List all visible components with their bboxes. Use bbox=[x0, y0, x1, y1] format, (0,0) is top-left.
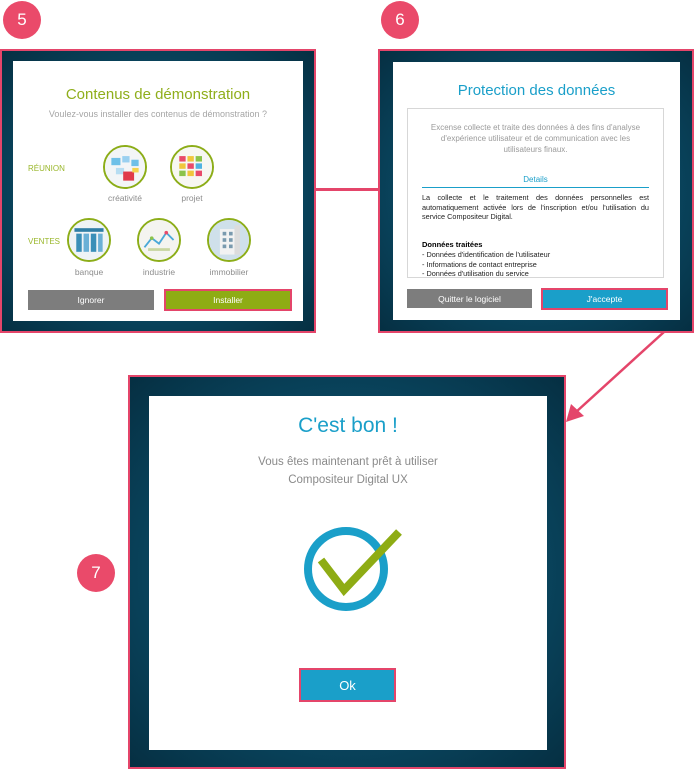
ok-button[interactable]: Ok bbox=[299, 668, 396, 702]
project-thumbnail[interactable] bbox=[170, 145, 214, 189]
privacy-info-box[interactable]: Excense collecte et traite des données à… bbox=[407, 108, 664, 278]
industry-thumbnail[interactable] bbox=[137, 218, 181, 262]
category-label-sales: VENTES bbox=[28, 237, 61, 246]
quit-button[interactable]: Quitter le logiciel bbox=[407, 289, 532, 308]
bank-label: banque bbox=[74, 267, 104, 277]
demo-dialog: Contenus de démonstration Voulez-vous in… bbox=[13, 61, 303, 321]
connector-line bbox=[314, 188, 380, 191]
arrow-icon bbox=[566, 331, 665, 422]
project-icon bbox=[172, 147, 212, 187]
details-link[interactable]: Details bbox=[408, 175, 663, 184]
real-estate-icon bbox=[209, 220, 249, 260]
bank-icon bbox=[69, 220, 109, 260]
step-6-badge: 6 bbox=[381, 1, 419, 39]
real-estate-label: immobilier bbox=[209, 267, 249, 277]
check-circle-icon bbox=[304, 527, 402, 611]
done-title: C'est bon ! bbox=[298, 414, 398, 437]
data-item: - Informations de contact entreprise bbox=[422, 259, 537, 269]
industry-icon bbox=[139, 220, 179, 260]
done-message-line2: Compositeur Digital UX bbox=[288, 474, 408, 486]
data-heading: Données traitées bbox=[422, 240, 483, 249]
details-text: La collecte et le traitement des données… bbox=[422, 193, 649, 221]
data-item: - Données d'identification de l'utilisat… bbox=[422, 250, 551, 259]
done-message-line1: Vous êtes maintenant prêt à utiliser bbox=[258, 456, 438, 468]
install-button[interactable]: Installer bbox=[164, 289, 292, 311]
done-dialog-frame: C'est bon ! Vous êtes maintenant prêt à … bbox=[128, 375, 566, 769]
privacy-dialog-frame: Protection des données Excense collecte … bbox=[378, 49, 694, 333]
done-dialog: C'est bon ! Vous êtes maintenant prêt à … bbox=[149, 396, 547, 750]
bank-thumbnail[interactable] bbox=[67, 218, 111, 262]
demo-dialog-frame: Contenus de démonstration Voulez-vous in… bbox=[0, 49, 316, 333]
project-label: projet bbox=[181, 193, 203, 203]
industry-label: industrie bbox=[142, 267, 176, 277]
accept-button[interactable]: J'accepte bbox=[541, 288, 668, 310]
details-divider bbox=[422, 187, 649, 188]
creativity-thumbnail[interactable] bbox=[103, 145, 147, 189]
creativity-icon bbox=[105, 147, 145, 187]
privacy-dialog: Protection des données Excense collecte … bbox=[393, 62, 680, 320]
data-item: - Données d'utilisation du service bbox=[422, 269, 529, 278]
step-7-badge: 7 bbox=[77, 554, 115, 592]
privacy-title: Protection des données bbox=[457, 82, 616, 99]
ignore-button[interactable]: Ignorer bbox=[28, 290, 154, 310]
category-label-meeting: RÉUNION bbox=[28, 164, 65, 173]
real-estate-thumbnail[interactable] bbox=[207, 218, 251, 262]
privacy-intro: Excense collecte et traite des données à… bbox=[430, 123, 641, 154]
step-5-badge: 5 bbox=[3, 1, 41, 39]
demo-subtitle: Voulez-vous installer des contenus de dé… bbox=[48, 109, 268, 119]
demo-title: Contenus de démonstration bbox=[65, 86, 251, 103]
